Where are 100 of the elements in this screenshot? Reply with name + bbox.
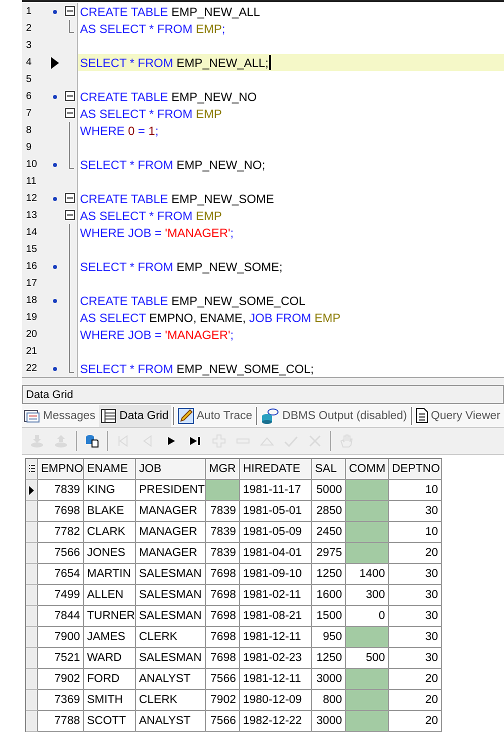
table-cell: 1250: [312, 564, 346, 585]
table-cell: 10: [389, 522, 442, 543]
table-cell: JAMES: [84, 627, 136, 648]
tab[interactable]: Auto Trace: [176, 404, 254, 427]
table-cell: SALESMAN: [136, 606, 206, 627]
row-header[interactable]: [26, 480, 38, 501]
table-cell: 7788: [38, 711, 84, 732]
code-line: AS SELECT * FROM EMP: [80, 208, 222, 222]
null-cell: [346, 627, 389, 648]
column-header[interactable]: JOB: [136, 459, 206, 480]
code-line: SELECT * FROM EMP_NEW_SOME;: [80, 260, 282, 274]
table-cell: SALESMAN: [136, 648, 206, 669]
line-number: 18: [25, 295, 38, 306]
table-cell: TURNER: [84, 606, 136, 627]
table-cell: ANALYST: [136, 711, 206, 732]
column-header[interactable]: EMPNO: [38, 459, 84, 480]
table-cell: 30: [389, 606, 442, 627]
table-cell: 20: [389, 690, 442, 711]
line-number: 6: [25, 91, 33, 102]
table-cell: 10: [389, 480, 442, 501]
collapse-icon[interactable]: [65, 210, 76, 220]
table-cell: 1981-05-09: [240, 522, 312, 543]
grid-icon: [101, 408, 116, 423]
table-cell: CLARK: [84, 522, 136, 543]
table-cell: JONES: [84, 543, 136, 564]
null-cell: [206, 480, 240, 501]
table-cell: SCOTT: [84, 711, 136, 732]
line-number: 11: [25, 176, 38, 187]
code-line: WHERE JOB = 'MANAGER';: [80, 226, 234, 240]
null-cell: [346, 480, 389, 501]
code-line: AS SELECT * FROM EMP: [80, 106, 222, 120]
table-cell: WARD: [84, 648, 136, 669]
tab[interactable]: DBMS Output (disabled): [259, 404, 409, 427]
table-cell: 30: [389, 585, 442, 606]
pencil-icon: [178, 408, 194, 424]
table-cell: 7566: [38, 543, 84, 564]
table-cell: 1981-09-10: [240, 564, 312, 585]
table-cell: KING: [84, 480, 136, 501]
line-number: 16: [25, 261, 38, 272]
table-cell: 1981-02-11: [240, 585, 312, 606]
null-cell: [346, 543, 389, 564]
table-cell: 1980-12-09: [240, 690, 312, 711]
table-cell: ALLEN: [84, 585, 136, 606]
line-number: 12: [25, 193, 38, 204]
table-cell: 1981-05-01: [240, 501, 312, 522]
table-cell: 7902: [38, 669, 84, 690]
table-cell: 7844: [38, 606, 84, 627]
table-cell: 7900: [38, 627, 84, 648]
table-cell: 7566: [206, 669, 240, 690]
column-header[interactable]: DEPTNO: [389, 459, 442, 480]
database-icon: [261, 408, 280, 424]
table-cell: 1981-11-17: [240, 480, 312, 501]
table-cell: 1981-12-11: [240, 627, 312, 648]
table-cell: 7839: [206, 543, 240, 564]
code-line: AS SELECT EMPNO, ENAME, JOB FROM EMP: [80, 310, 341, 324]
line-number: 7: [25, 108, 33, 119]
table-cell: 7839: [206, 501, 240, 522]
splitter[interactable]: [22, 377, 504, 386]
table-cell: 7369: [38, 690, 84, 711]
code-line: SELECT * FROM EMP_NEW_NO;: [80, 158, 266, 172]
text-cursor: [268, 55, 271, 70]
table-cell: 20: [389, 543, 442, 564]
code-line: WHERE 0 = 1;: [80, 124, 158, 138]
tab[interactable]: Data Grid: [99, 404, 171, 427]
document-icon: [416, 408, 428, 424]
tab[interactable]: Query Viewer: [414, 404, 502, 427]
table-cell: 7499: [38, 585, 84, 606]
table-cell: 30: [389, 627, 442, 648]
table-cell: SALESMAN: [136, 585, 206, 606]
line-number: 3: [25, 40, 33, 51]
table-cell: 1600: [312, 585, 346, 606]
table-cell: MARTIN: [84, 564, 136, 585]
table-cell: ANALYST: [136, 669, 206, 690]
column-header[interactable]: SAL: [312, 459, 346, 480]
line-number: 10: [25, 159, 38, 170]
tab[interactable]: Messages: [22, 404, 98, 427]
code-line: CREATE TABLE EMP_NEW_ALL: [80, 4, 260, 18]
line-number: 21: [25, 346, 38, 357]
line-number: 2: [25, 23, 33, 34]
column-header[interactable]: ENAME: [84, 459, 136, 480]
table-cell: 1500: [312, 606, 346, 627]
line-number: 14: [25, 227, 38, 238]
table-cell: 1400: [346, 564, 389, 585]
null-cell: [346, 501, 389, 522]
table-cell: 7782: [38, 522, 84, 543]
table-cell: FORD: [84, 669, 136, 690]
row-selector-icon[interactable]: [28, 465, 34, 473]
table-cell: 7698: [206, 648, 240, 669]
null-cell: [346, 522, 389, 543]
collapse-icon[interactable]: [65, 6, 76, 16]
table-cell: 30: [389, 564, 442, 585]
table-cell: MANAGER: [136, 522, 206, 543]
column-header[interactable]: HIREDATE: [240, 459, 312, 480]
table-cell: 7521: [38, 648, 84, 669]
database-icon: [85, 434, 99, 448]
collapse-icon[interactable]: [65, 193, 76, 203]
table-cell: 1981-04-01: [240, 543, 312, 564]
collapse-icon[interactable]: [65, 108, 76, 118]
collapse-icon[interactable]: [65, 91, 76, 101]
code-line: SELECT * FROM EMP_NEW_ALL;: [80, 56, 269, 70]
